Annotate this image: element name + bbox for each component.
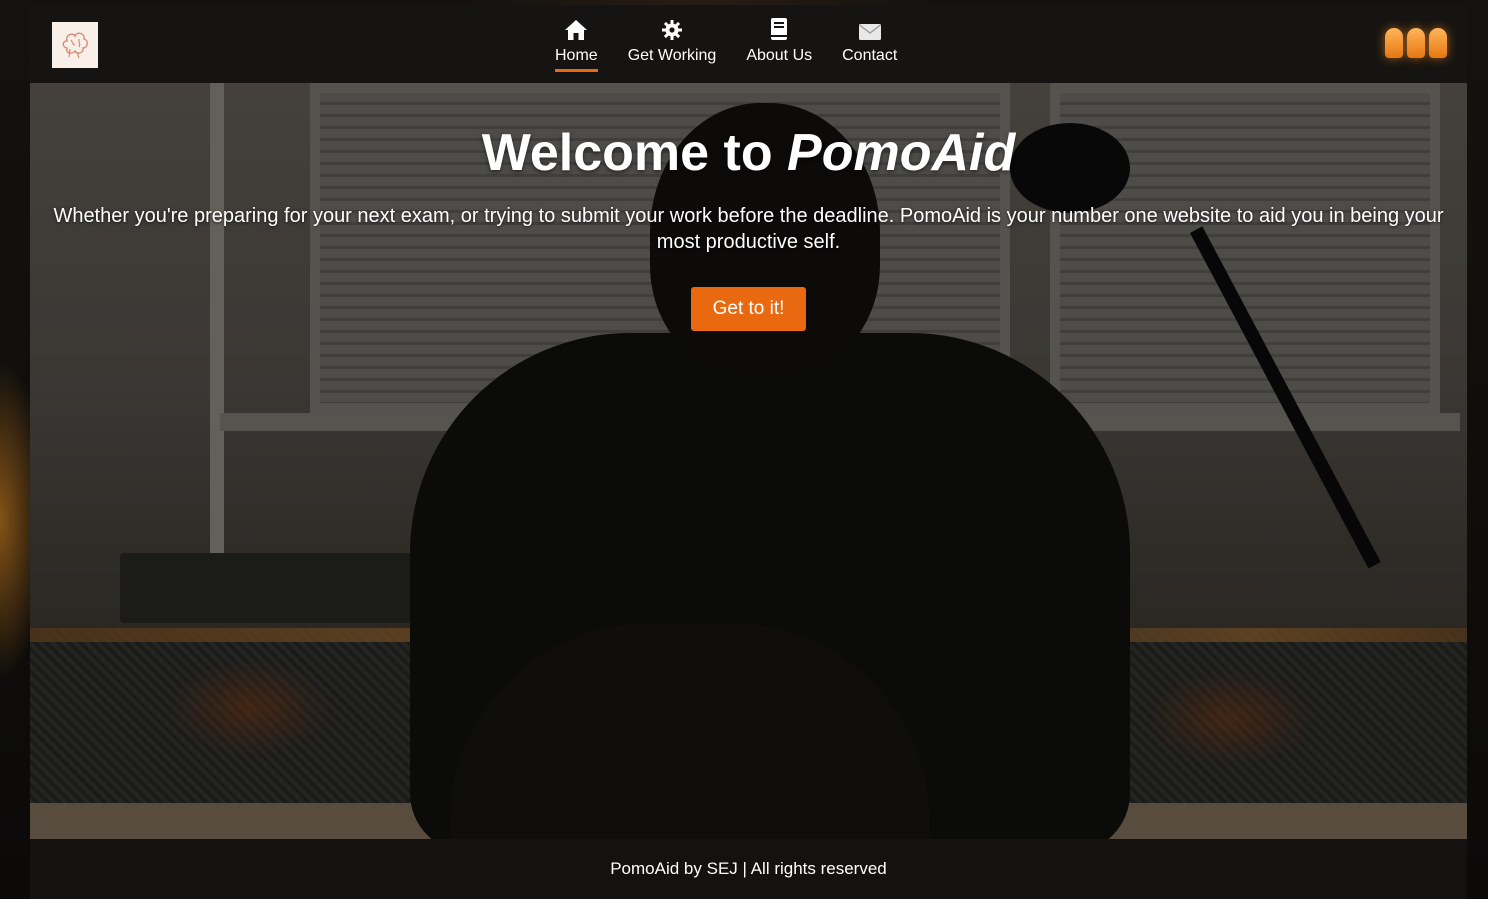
navbar: Home Get Working About Us Contact xyxy=(30,5,1467,83)
nav-item-get-working[interactable]: Get Working xyxy=(613,5,732,83)
brain-logo-icon[interactable] xyxy=(52,22,98,68)
home-icon xyxy=(564,17,588,41)
hero-title-prefix: Welcome to xyxy=(481,124,788,182)
nav-item-about-us[interactable]: About Us xyxy=(731,5,827,83)
nav-item-contact-label: Contact xyxy=(842,46,898,64)
main-nav: Home Get Working About Us Contact xyxy=(540,5,912,83)
get-to-it-button[interactable]: Get to it! xyxy=(690,287,807,331)
envelope-icon xyxy=(858,17,882,41)
book-icon xyxy=(769,17,789,41)
hero-title-brand: PomoAid xyxy=(787,124,1016,182)
gear-icon xyxy=(661,17,683,41)
browser-page: Home Get Working About Us Contact Welcom… xyxy=(30,5,1467,899)
nav-item-home[interactable]: Home xyxy=(540,5,613,83)
nav-item-about-us-label: About Us xyxy=(746,46,813,64)
hamburger-bar xyxy=(1429,28,1447,58)
hamburger-menu-icon[interactable] xyxy=(1385,28,1447,58)
footer-text: PomoAid by SEJ | All rights reserved xyxy=(610,859,887,878)
footer: PomoAid by SEJ | All rights reserved xyxy=(30,839,1467,899)
hero-section: Welcome to PomoAid Whether you're prepar… xyxy=(30,83,1467,331)
nav-item-contact[interactable]: Contact xyxy=(827,5,912,83)
nav-item-home-label: Home xyxy=(555,47,598,72)
hamburger-bar xyxy=(1385,28,1403,58)
hero-subtitle: Whether you're preparing for your next e… xyxy=(53,205,1444,253)
hero-title: Welcome to PomoAid xyxy=(30,123,1467,183)
nav-item-get-working-label: Get Working xyxy=(627,46,717,64)
hamburger-bar xyxy=(1407,28,1425,58)
